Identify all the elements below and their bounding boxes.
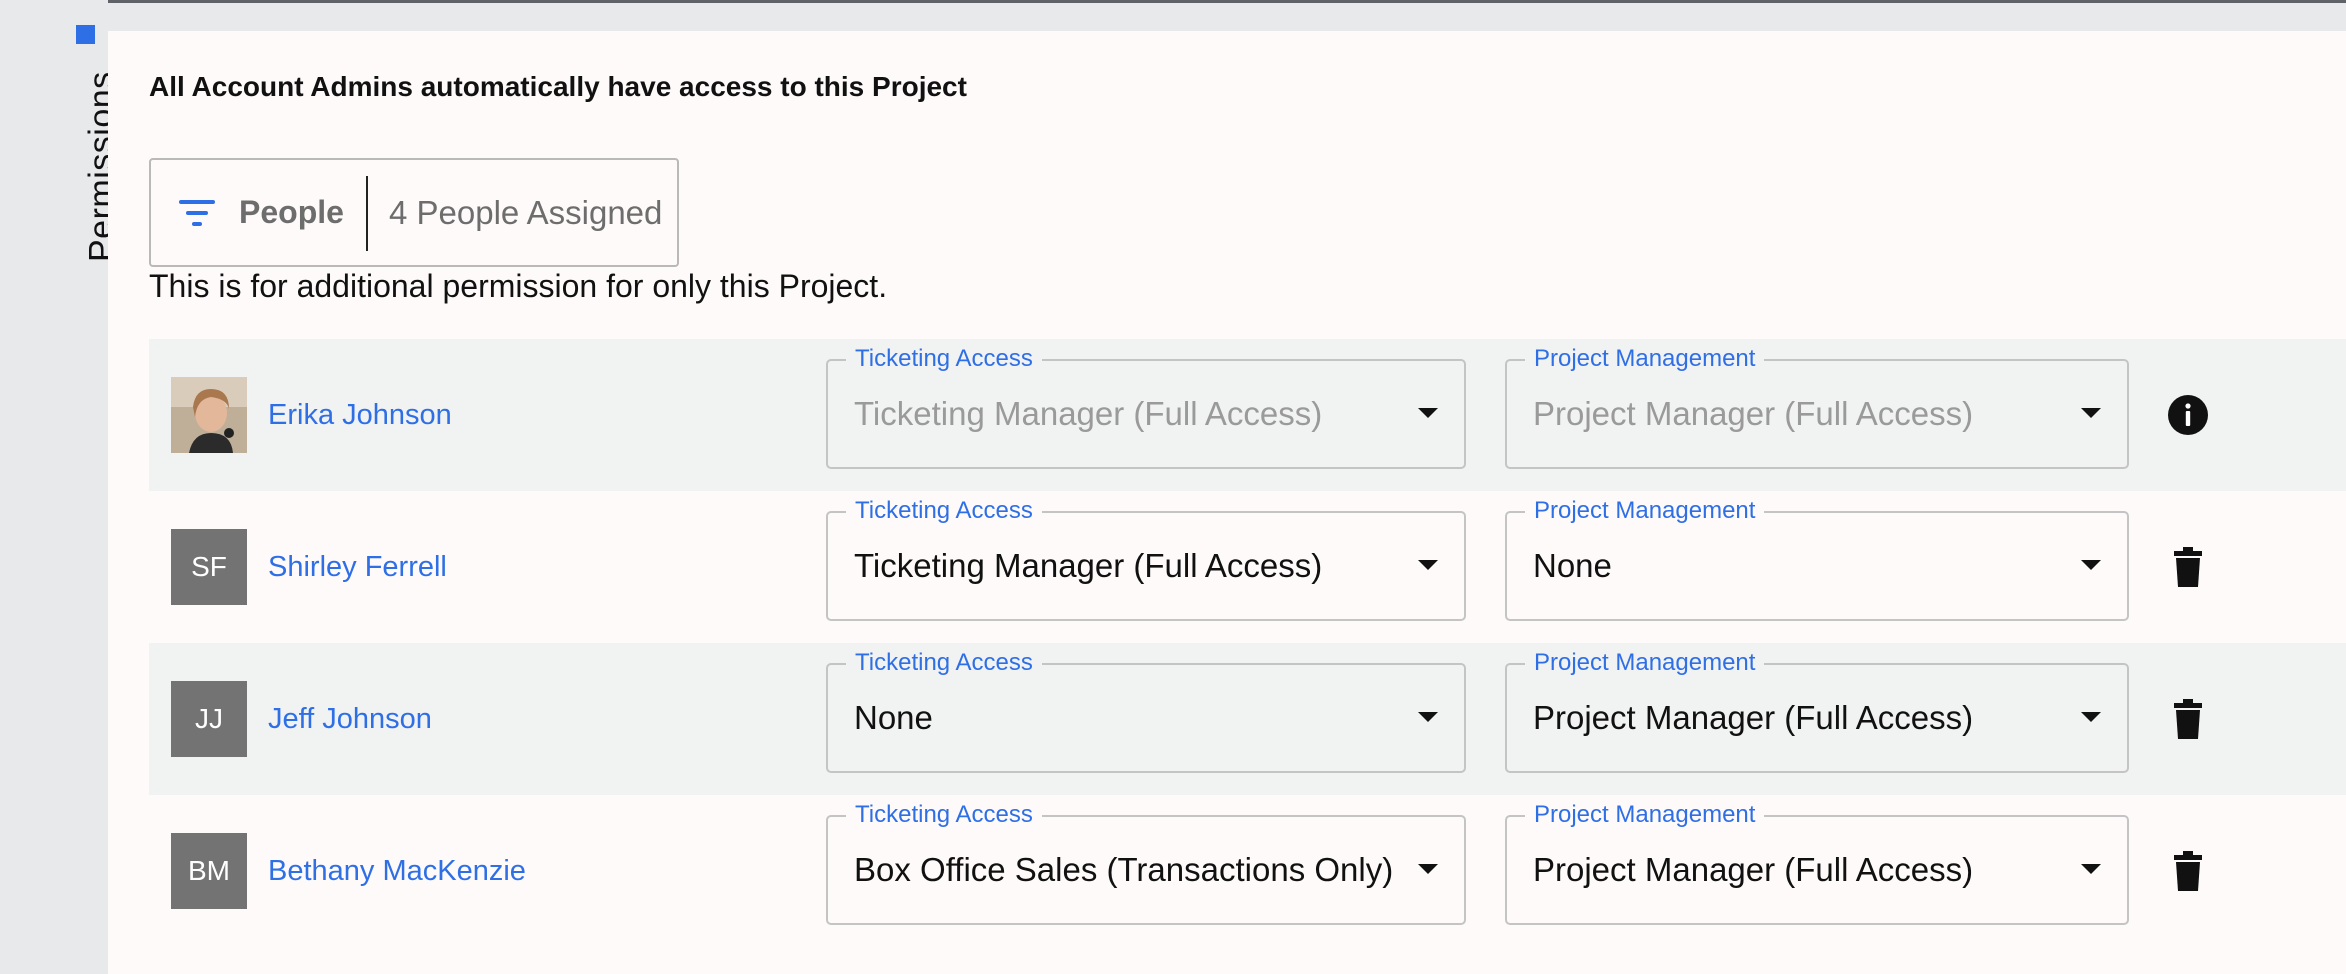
person-name-link[interactable]: Erika Johnson [268, 339, 452, 491]
ticketing-access-select[interactable]: Ticketing Access Box Office Sales (Trans… [826, 800, 1466, 925]
project-management-value: Project Manager (Full Access) [1533, 851, 1974, 888]
project-management-select[interactable]: Project Management None [1505, 496, 2129, 621]
table-row: BM Bethany MacKenzie Ticketing Access Bo… [149, 795, 2346, 947]
table-row: Erika Johnson Ticketing Access Ticketing… [149, 339, 2346, 491]
avatar: JJ [171, 681, 247, 757]
ticketing-access-value: Box Office Sales (Transactions Only) [854, 851, 1394, 888]
caret-down-icon [2081, 712, 2101, 722]
side-tab-indicator [76, 25, 95, 44]
top-strip [108, 3, 2346, 31]
filter-divider [366, 176, 368, 251]
table-row: JJ Jeff Johnson Ticketing Access None Pr… [149, 643, 2346, 795]
ticketing-access-value: Ticketing Manager (Full Access) [854, 395, 1323, 432]
ticketing-access-select[interactable]: Ticketing Access None [826, 648, 1466, 773]
filter-label: People [239, 194, 344, 230]
person-name-link[interactable]: Shirley Ferrell [268, 491, 447, 643]
project-management-value: None [1533, 547, 1612, 584]
ticketing-access-select[interactable]: Ticketing Access Ticketing Manager (Full… [826, 344, 1466, 469]
people-filter[interactable]: People 4 People Assigned [149, 158, 679, 267]
project-management-value: Project Manager (Full Access) [1533, 699, 1974, 736]
avatar [171, 377, 247, 453]
project-management-select[interactable]: Project Management Project Manager (Full… [1505, 800, 2129, 925]
info-icon[interactable] [2166, 393, 2210, 437]
admin-notice: All Account Admins automatically have ac… [149, 71, 967, 102]
trash-icon[interactable] [2166, 545, 2210, 589]
trash-icon[interactable] [2166, 697, 2210, 741]
trash-icon[interactable] [2166, 849, 2210, 893]
project-management-value: Project Manager (Full Access) [1533, 395, 1974, 432]
person-name-link[interactable]: Jeff Johnson [268, 643, 432, 795]
assigned-count: 4 People Assigned [389, 194, 663, 231]
permission-description: This is for additional permission for on… [149, 268, 888, 304]
project-management-select[interactable]: Project Management Project Manager (Full… [1505, 648, 2129, 773]
avatar: BM [171, 833, 247, 909]
filter-icon [179, 200, 215, 228]
caret-down-icon [2081, 408, 2101, 418]
person-name-link[interactable]: Bethany MacKenzie [268, 795, 526, 947]
caret-down-icon [2081, 560, 2101, 570]
ticketing-access-value: Ticketing Manager (Full Access) [854, 547, 1323, 584]
ticketing-access-value: None [854, 699, 933, 736]
ticketing-access-select[interactable]: Ticketing Access Ticketing Manager (Full… [826, 496, 1466, 621]
caret-down-icon [2081, 864, 2101, 874]
caret-down-icon [1418, 408, 1438, 418]
caret-down-icon [1418, 712, 1438, 722]
caret-down-icon [1418, 864, 1438, 874]
project-management-select[interactable]: Project Management Project Manager (Full… [1505, 344, 2129, 469]
table-row: SF Shirley Ferrell Ticketing Access Tick… [149, 491, 2346, 643]
avatar: SF [171, 529, 247, 605]
caret-down-icon [1418, 560, 1438, 570]
